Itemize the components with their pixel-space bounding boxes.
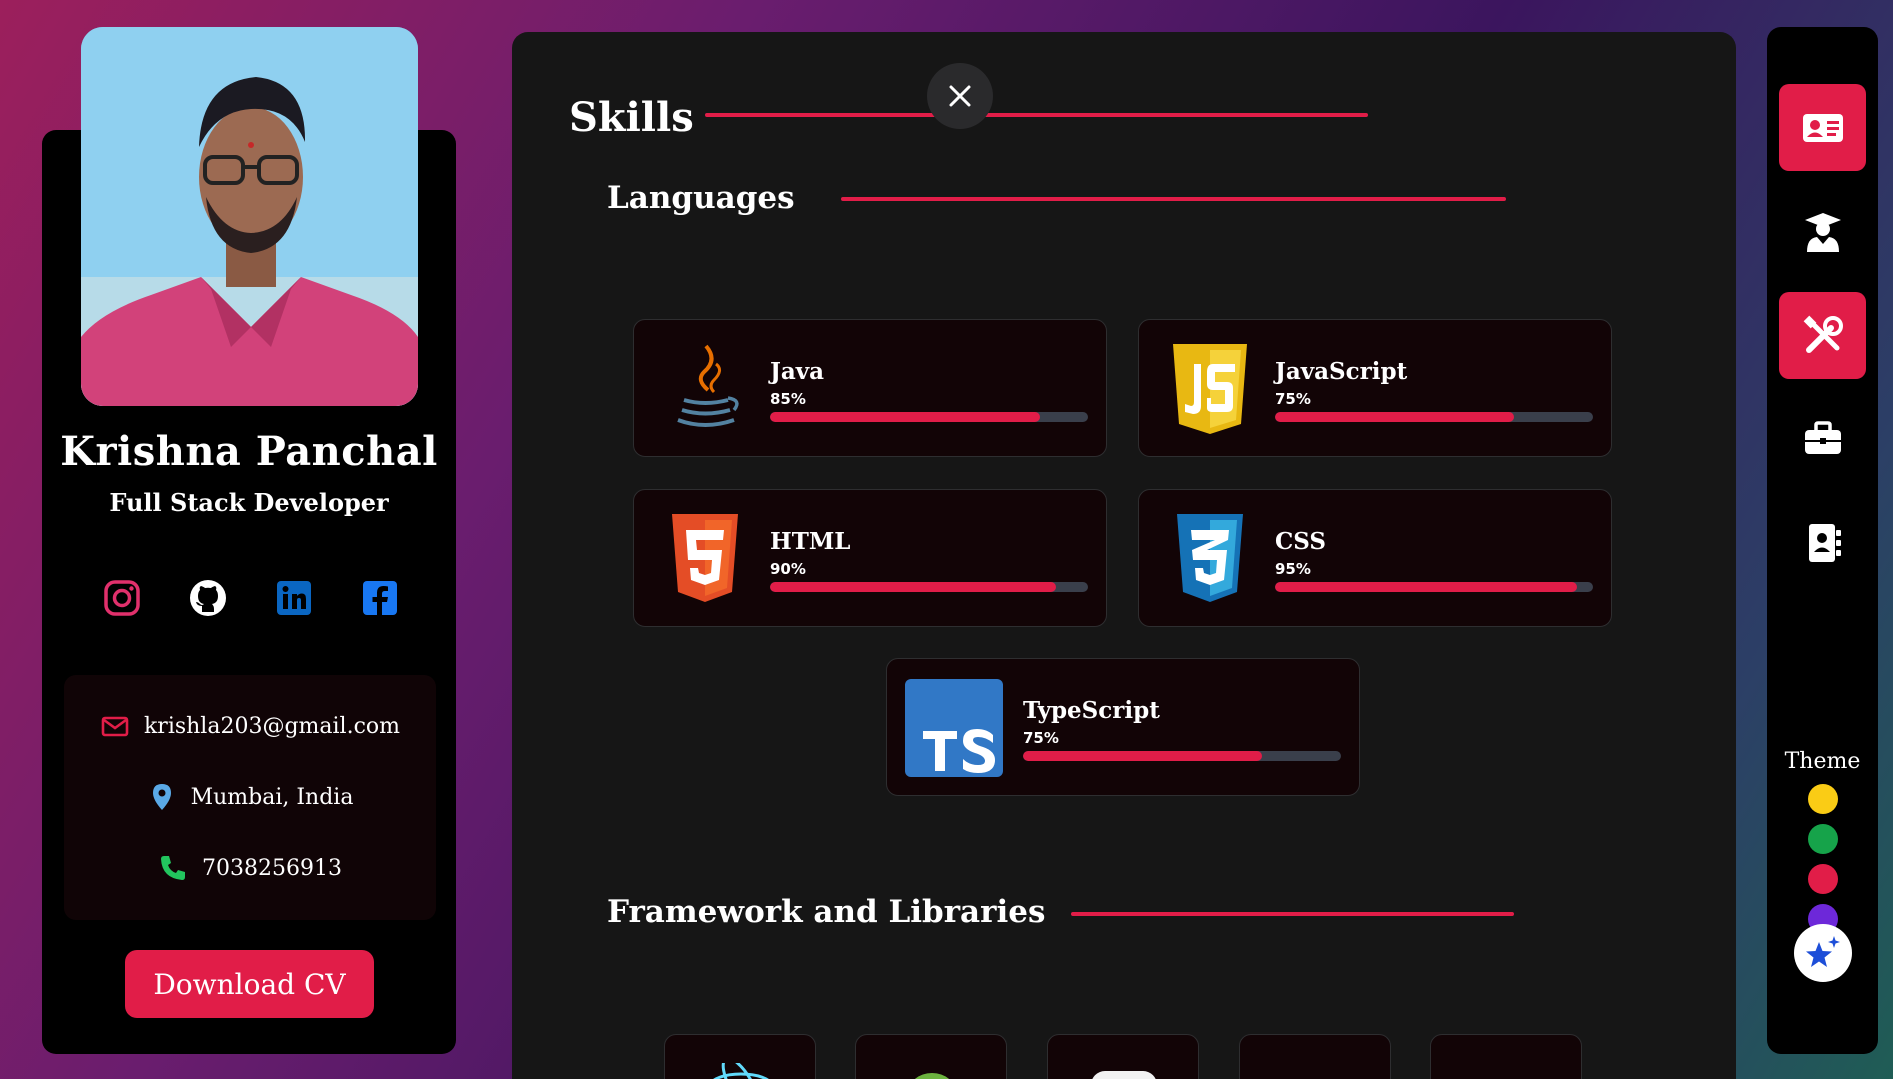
theme-green-swatch[interactable] <box>1808 824 1838 854</box>
location-pin-icon <box>152 784 171 810</box>
skill-name: JavaScript <box>1275 358 1408 385</box>
typescript-icon <box>905 679 1003 777</box>
linkedin-icon[interactable] <box>272 576 316 620</box>
framework-card-spring <box>855 1034 1007 1079</box>
express-icon <box>1092 1071 1156 1079</box>
framework-card-react <box>664 1034 816 1079</box>
profile-name: Krishna Panchal <box>60 428 438 475</box>
github-icon[interactable] <box>186 576 230 620</box>
theme-yellow-swatch[interactable] <box>1808 784 1838 814</box>
skill-name: Java <box>770 358 825 385</box>
profile-role: Full Stack Developer <box>109 488 389 517</box>
contact-email[interactable]: krishla203@gmail.com <box>64 711 436 741</box>
side-nav: Theme <box>1767 27 1878 1054</box>
theme-toggle-button[interactable] <box>1794 924 1852 982</box>
contact-box: krishla203@gmail.com Mumbai, India 70382… <box>64 675 436 920</box>
frameworks-title: Framework and Libraries <box>607 894 1046 930</box>
email-text: krishla203@gmail.com <box>143 713 401 739</box>
contact-book-icon <box>1808 523 1841 562</box>
nav-education[interactable] <box>1779 188 1866 275</box>
javascript-icon <box>1167 340 1253 438</box>
spring-icon <box>914 1073 950 1079</box>
contact-phone[interactable]: 7038256913 <box>64 853 436 883</box>
frameworks-underline <box>1071 912 1514 916</box>
skill-name: CSS <box>1275 528 1327 555</box>
contact-location: Mumbai, India <box>64 782 436 812</box>
theme-red-swatch[interactable] <box>1808 864 1838 894</box>
languages-underline <box>841 197 1506 201</box>
close-icon <box>949 85 971 107</box>
nav-contact[interactable] <box>1779 499 1866 586</box>
mail-icon <box>101 716 129 737</box>
languages-title: Languages <box>607 180 795 216</box>
nav-experience[interactable] <box>1779 395 1866 482</box>
nav-skills[interactable] <box>1779 292 1866 379</box>
briefcase-icon <box>1804 420 1841 454</box>
download-cv-button[interactable]: Download CV <box>125 950 374 1018</box>
framework-icon <box>1472 1063 1542 1079</box>
framework-card-node <box>1239 1034 1391 1079</box>
skill-progress-bar <box>770 412 1088 422</box>
skill-progress-bar <box>1275 582 1593 592</box>
node-icon <box>1281 1063 1351 1079</box>
skill-progress-fill <box>1275 582 1578 592</box>
phone-text: 7038256913 <box>202 855 342 881</box>
java-icon <box>662 340 748 438</box>
skills-panel: Skills Languages Java 85% JavaScript 75%… <box>512 32 1736 1079</box>
skill-progress-fill <box>770 412 1041 422</box>
skill-progress-fill <box>770 582 1057 592</box>
skill-name: TypeScript <box>1023 697 1160 724</box>
instagram-icon[interactable] <box>100 576 144 620</box>
skill-name: HTML <box>770 528 851 555</box>
skill-percent: 95% <box>1275 560 1311 578</box>
social-links <box>100 576 400 620</box>
skill-card-typescript: TypeScript 75% <box>886 658 1360 796</box>
close-button[interactable] <box>927 63 993 129</box>
skill-progress-bar <box>1275 412 1593 422</box>
facebook-icon[interactable] <box>358 576 402 620</box>
skill-percent: 90% <box>770 560 806 578</box>
profile-photo <box>81 27 418 406</box>
skill-percent: 85% <box>770 390 806 408</box>
framework-card-other <box>1430 1034 1582 1079</box>
sparkle-star-icon <box>1806 936 1840 967</box>
location-text: Mumbai, India <box>190 784 354 810</box>
html5-icon <box>662 510 748 608</box>
graduate-icon <box>1804 212 1841 252</box>
nav-about[interactable] <box>1779 84 1866 171</box>
skill-progress-fill <box>1023 751 1262 761</box>
framework-card-express <box>1047 1034 1199 1079</box>
skill-percent: 75% <box>1275 390 1311 408</box>
skill-progress-bar <box>1023 751 1341 761</box>
css3-icon <box>1167 510 1253 608</box>
theme-label: Theme <box>1784 749 1861 774</box>
skills-title: Skills <box>569 94 694 141</box>
tools-icon <box>1803 315 1843 353</box>
id-card-icon <box>1802 113 1843 142</box>
skills-title-underline <box>705 113 1368 117</box>
skill-percent: 75% <box>1023 729 1059 747</box>
skill-card-javascript: JavaScript 75% <box>1138 319 1612 457</box>
skill-progress-bar <box>770 582 1088 592</box>
skill-card-java: Java 85% <box>633 319 1107 457</box>
skill-progress-fill <box>1275 412 1514 422</box>
react-icon <box>713 1063 769 1079</box>
skill-card-html: HTML 90% <box>633 489 1107 627</box>
skill-card-css: CSS 95% <box>1138 489 1612 627</box>
phone-icon <box>161 856 185 880</box>
